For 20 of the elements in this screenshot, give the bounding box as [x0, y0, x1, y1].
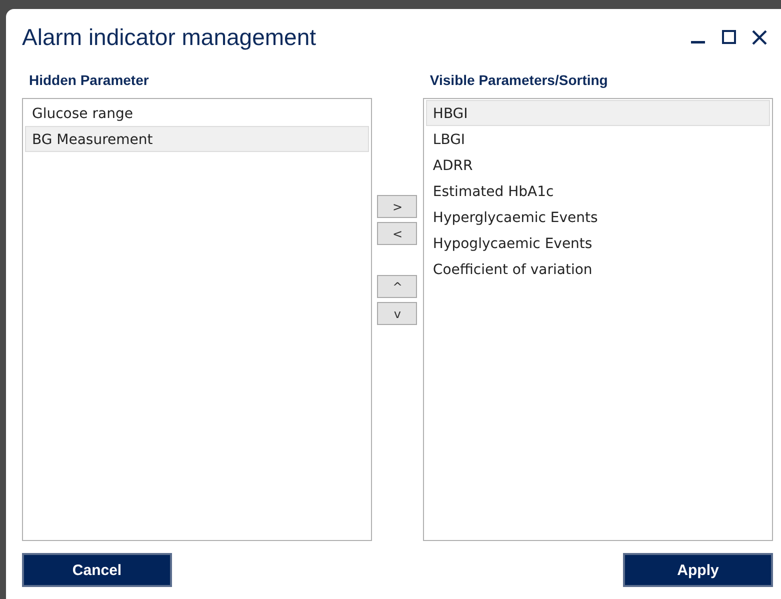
move-button[interactable]: v	[377, 302, 418, 325]
window-title: Alarm indicator management	[22, 24, 318, 50]
list-item[interactable]: Coefficient of variation	[426, 256, 770, 282]
list-item[interactable]: Hyperglycaemic Events	[426, 204, 770, 230]
cancel-button[interactable]: Cancel	[22, 553, 172, 587]
list-item[interactable]: Estimated HbA1c	[426, 178, 770, 204]
list-heading: Visible Parameters/Sorting	[428, 71, 609, 90]
list-heading: Hidden Parameter	[28, 71, 150, 90]
move-button[interactable]: ^	[377, 275, 418, 298]
list-item[interactable]: LBGI	[426, 126, 770, 152]
close-icon[interactable]	[752, 30, 767, 44]
maximize-icon[interactable]	[722, 30, 736, 44]
apply-button[interactable]: Apply	[623, 553, 773, 587]
list-item[interactable]: Glucose range	[25, 100, 370, 126]
move-button[interactable]: <	[377, 222, 418, 245]
list-item[interactable]: Hypoglycaemic Events	[426, 230, 770, 256]
list-item[interactable]: BG Measurement	[25, 126, 370, 152]
list-item[interactable]: ADRR	[426, 152, 770, 178]
list-item[interactable]: HBGI	[426, 100, 770, 126]
move-button[interactable]: >	[377, 195, 418, 218]
